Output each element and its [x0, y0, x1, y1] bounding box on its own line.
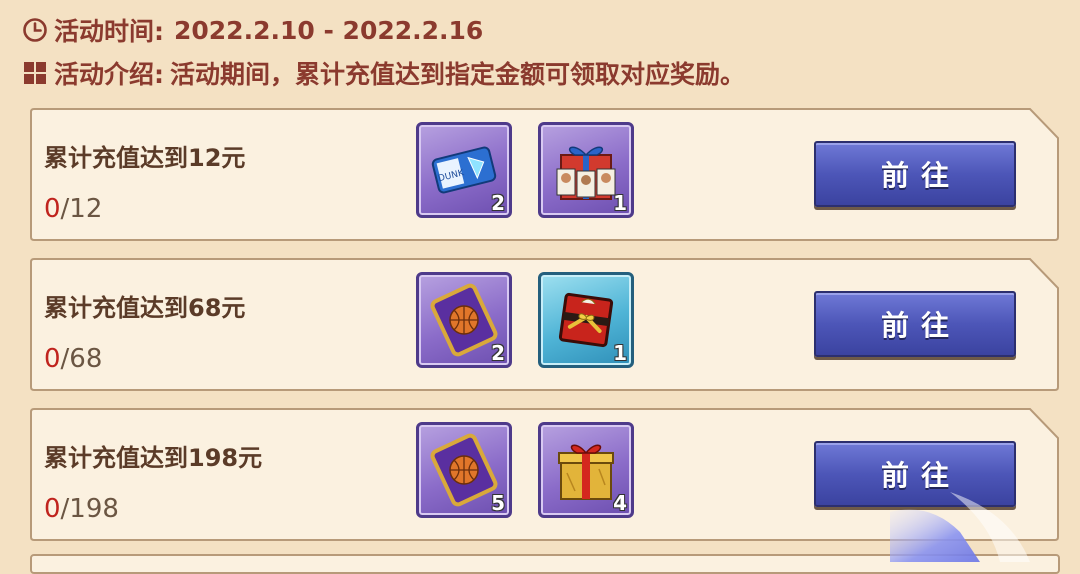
activity-time-value: 2022.2.10 - 2022.2.16	[174, 15, 484, 45]
basketball-card-icon	[430, 433, 498, 507]
activity-intro-value: 活动期间，累计充值达到指定金额可领取对应奖励。	[170, 60, 746, 89]
reward-item[interactable]: 1	[538, 122, 634, 218]
reward-item-count: 1	[613, 341, 627, 365]
progress-current: 0	[44, 494, 61, 524]
reward-item-count: 1	[613, 191, 627, 215]
reward-row-title: 累计充值达到198元	[44, 444, 263, 472]
reward-row-title: 累计充值达到12元	[44, 144, 246, 172]
reward-item-count: 4	[613, 491, 627, 515]
reward-item[interactable]: 5	[416, 422, 512, 518]
reward-item[interactable]: 1	[538, 272, 634, 368]
progress-target: /12	[60, 194, 103, 224]
go-button[interactable]: 前往	[814, 141, 1016, 207]
reward-row: 累计充值达到68元 0/68 2 1 前往	[30, 256, 1060, 391]
grid-icon	[24, 62, 46, 84]
reward-row-progress: 0/68	[44, 344, 102, 374]
reward-row-progress: 0/12	[44, 194, 102, 224]
reward-item[interactable]: DUNK 2	[416, 122, 512, 218]
basketball-card-icon	[430, 283, 498, 357]
reward-row-title: 累计充值达到68元	[44, 294, 246, 322]
progress-current: 0	[44, 194, 61, 224]
activity-intro-line: 活动介绍: 活动期间，累计充值达到指定金额可领取对应奖励。	[22, 55, 745, 91]
gold-gift-box-icon	[558, 444, 614, 500]
reward-row: 累计充值达到12元 0/12 DUNK 2 1 前往	[30, 106, 1060, 241]
activity-time-line: 活动时间: 2022.2.10 - 2022.2.16	[22, 12, 483, 48]
reward-row-progress: 0/198	[44, 494, 119, 524]
go-button[interactable]: 前往	[814, 291, 1016, 357]
reward-item[interactable]: 2	[416, 272, 512, 368]
reward-item-count: 2	[491, 191, 505, 215]
reward-item[interactable]: 4	[538, 422, 634, 518]
reward-item-count: 2	[491, 341, 505, 365]
player-card-gift-icon	[556, 146, 616, 200]
progress-current: 0	[44, 344, 61, 374]
red-gift-box-icon	[558, 292, 614, 348]
dunk-ticket-icon: DUNK	[431, 146, 497, 194]
progress-target: /198	[60, 494, 119, 524]
reward-item-count: 5	[491, 491, 505, 515]
activity-intro-label: 活动介绍:	[54, 60, 164, 89]
corner-swoosh-decoration	[890, 492, 1030, 562]
progress-target: /68	[60, 344, 103, 374]
clock-icon	[23, 18, 47, 42]
activity-time-label: 活动时间:	[54, 17, 164, 46]
